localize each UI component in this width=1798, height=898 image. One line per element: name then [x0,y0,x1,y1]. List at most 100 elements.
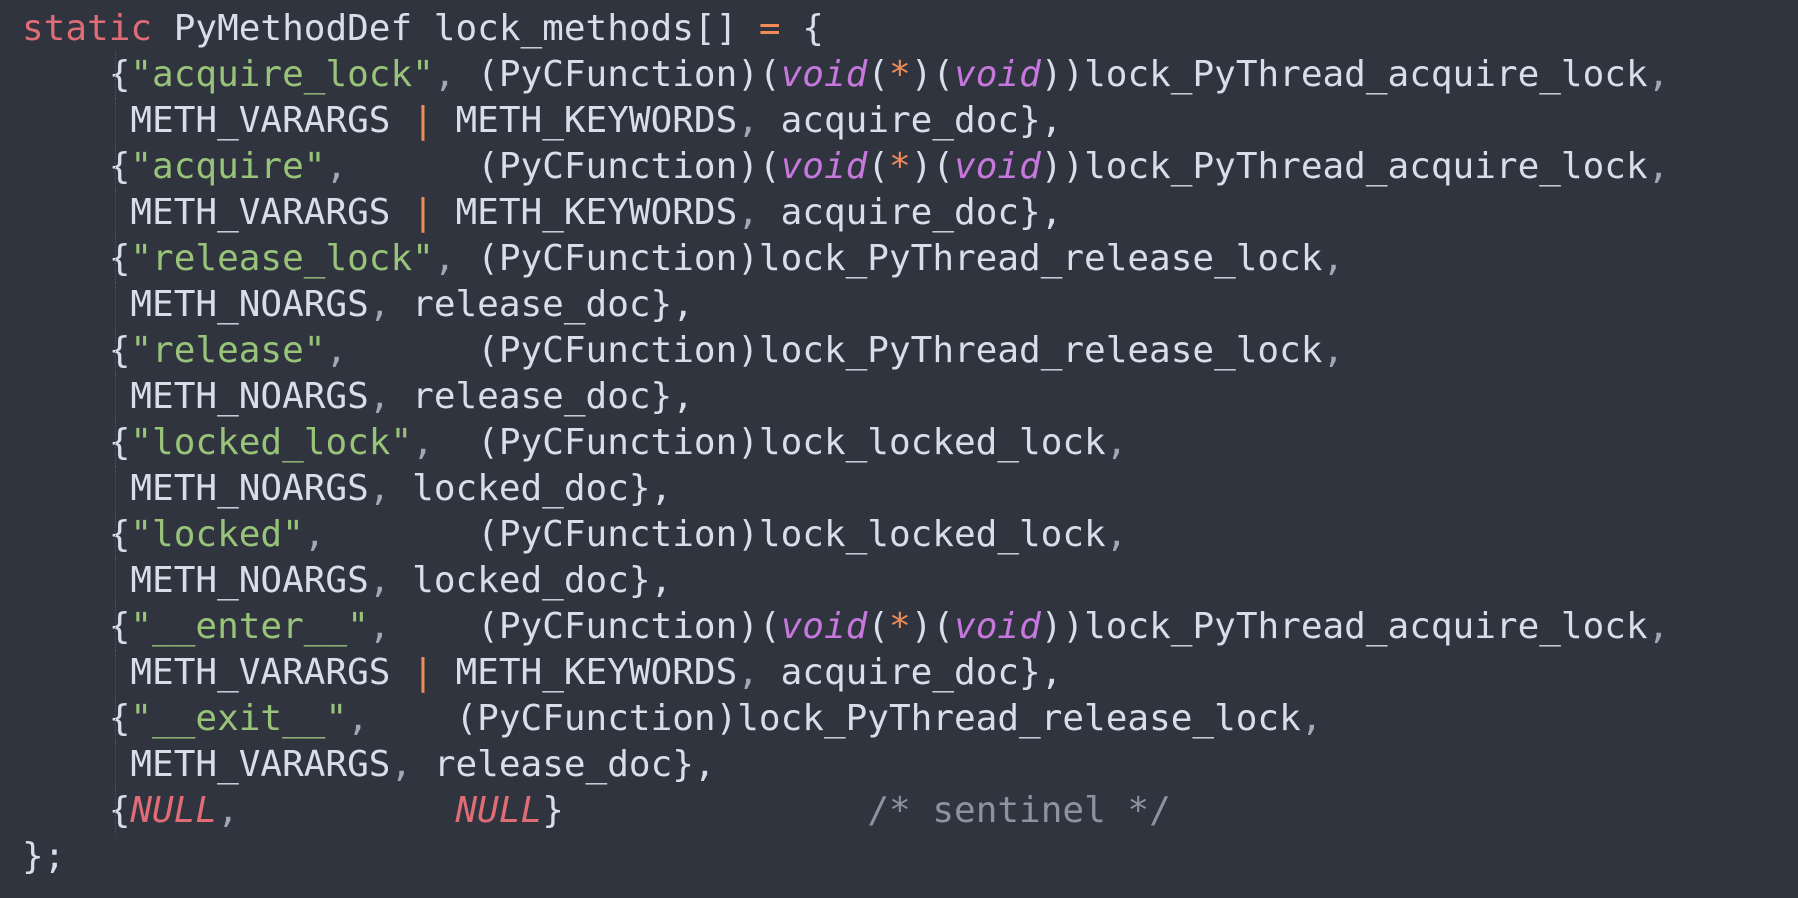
code-token: , [368,284,413,325]
code-token: ( [867,54,889,95]
code-line[interactable]: METH_VARARGS | METH_KEYWORDS, acquire_do… [22,190,1798,236]
code-token: "__exit__" [130,698,348,739]
code-token: METH_NOARGS [22,284,369,325]
code-line[interactable]: {"__exit__", (PyCFunction)lock_PyThread_… [22,696,1798,742]
code-line[interactable]: METH_VARARGS | METH_KEYWORDS, acquire_do… [22,650,1798,696]
code-token: release_doc}, [433,744,716,785]
code-token: METH_VARARGS [22,192,413,233]
code-token: void [780,606,868,647]
code-token: (PyCFunction)lock_PyThread_release_lock [477,238,1323,279]
code-token: ( [867,606,889,647]
code-token: PyMethodDef lock_methods[] [152,8,759,49]
code-token: , [1322,330,1345,371]
code-token: , [1300,698,1323,739]
code-token: * [889,146,911,187]
indent-guide [115,558,117,604]
code-token: }; [22,836,66,877]
code-token: , [1322,238,1345,279]
indent-guide [115,52,117,98]
code-token: )( [910,606,955,647]
code-token: , [325,330,478,371]
code-token: | [412,192,434,233]
code-line[interactable]: METH_NOARGS, locked_doc}, [22,466,1798,512]
code-token: locked_doc}, [412,560,673,601]
code-token: ( [867,146,889,187]
code-token: * [889,606,911,647]
code-line[interactable]: {"release_lock", (PyCFunction)lock_PyThr… [22,236,1798,282]
code-token: locked_doc}, [412,468,673,509]
code-token: (PyCFunction)lock_PyThread_release_lock [477,330,1323,371]
code-token: release_doc}, [412,284,694,325]
code-token: METH_KEYWORDS [433,192,738,233]
code-token: ))lock_PyThread_acquire_lock [1040,54,1648,95]
indent-guide [115,282,117,328]
code-token: (PyCFunction)lock_locked_lock [477,514,1106,555]
code-token: , [368,606,478,647]
code-token: , [303,514,478,555]
code-line[interactable]: {"locked_lock", (PyCFunction)lock_locked… [22,420,1798,466]
code-token: (PyCFunction)( [477,146,781,187]
code-line[interactable]: METH_VARARGS, release_doc}, [22,742,1798,788]
code-line[interactable]: {NULL, NULL} /* sentinel */ [22,788,1798,834]
code-line[interactable]: {"acquire", (PyCFunction)(void(*)(void))… [22,144,1798,190]
code-token: ))lock_PyThread_acquire_lock [1040,146,1648,187]
code-token: acquire_doc}, [780,652,1063,693]
code-line[interactable]: }; [22,834,1798,880]
indent-guide [115,512,117,558]
code-line[interactable]: static PyMethodDef lock_methods[] = { [22,6,1798,52]
code-token: , [390,744,434,785]
code-line[interactable]: {"__enter__", (PyCFunction)(void(*)(void… [22,604,1798,650]
code-token: , [368,376,413,417]
code-token: )( [910,146,955,187]
code-line[interactable]: {"locked", (PyCFunction)lock_locked_lock… [22,512,1798,558]
code-token: acquire_doc}, [780,100,1063,141]
code-token: , [368,468,413,509]
code-token: "acquire" [130,146,326,187]
code-token: , [1647,606,1670,647]
code-token: release_doc}, [412,376,694,417]
code-token: (PyCFunction)lock_PyThread_release_lock [455,698,1301,739]
indent-guide [115,374,117,420]
code-token: { [780,8,824,49]
code-line[interactable]: {"acquire_lock", (PyCFunction)(void(*)(v… [22,52,1798,98]
code-token: (PyCFunction)( [477,606,781,647]
code-line[interactable]: METH_VARARGS | METH_KEYWORDS, acquire_do… [22,98,1798,144]
indent-guide [115,604,117,650]
code-token: , [737,100,781,141]
code-token: NULL [130,790,218,831]
code-token: } [542,790,564,831]
code-token: /* sentinel */ [563,790,1171,831]
code-token: (PyCFunction)( [477,54,781,95]
code-line[interactable]: {"release", (PyCFunction)lock_PyThread_r… [22,328,1798,374]
indent-guide [115,98,117,144]
code-token: METH_NOARGS [22,468,369,509]
code-line[interactable]: METH_NOARGS, release_doc}, [22,282,1798,328]
code-token: void [780,54,868,95]
code-token: , [433,238,478,279]
code-token: "release_lock" [130,238,434,279]
code-token: "release" [130,330,326,371]
code-token: METH_KEYWORDS [433,652,738,693]
code-token: | [412,100,434,141]
indent-guide [115,236,117,282]
code-token: , [347,698,456,739]
code-token: , [1647,146,1670,187]
code-token: , [412,422,478,463]
code-token: "acquire_lock" [130,54,434,95]
code-token: static [22,8,153,49]
code-line[interactable]: METH_NOARGS, release_doc}, [22,374,1798,420]
code-token: METH_NOARGS [22,560,369,601]
code-token: (PyCFunction)lock_locked_lock [477,422,1106,463]
code-token: METH_NOARGS [22,376,369,417]
code-token: , [217,790,456,831]
indent-guide [115,696,117,742]
code-token: METH_VARARGS [22,100,413,141]
code-token: , [737,652,781,693]
code-editor[interactable]: static PyMethodDef lock_methods[] = { {"… [0,0,1798,898]
indent-guide [115,420,117,466]
code-token: )( [910,54,955,95]
code-line[interactable]: METH_NOARGS, locked_doc}, [22,558,1798,604]
code-token: , [737,192,781,233]
indent-guide [115,144,117,190]
indent-guide [115,190,117,236]
